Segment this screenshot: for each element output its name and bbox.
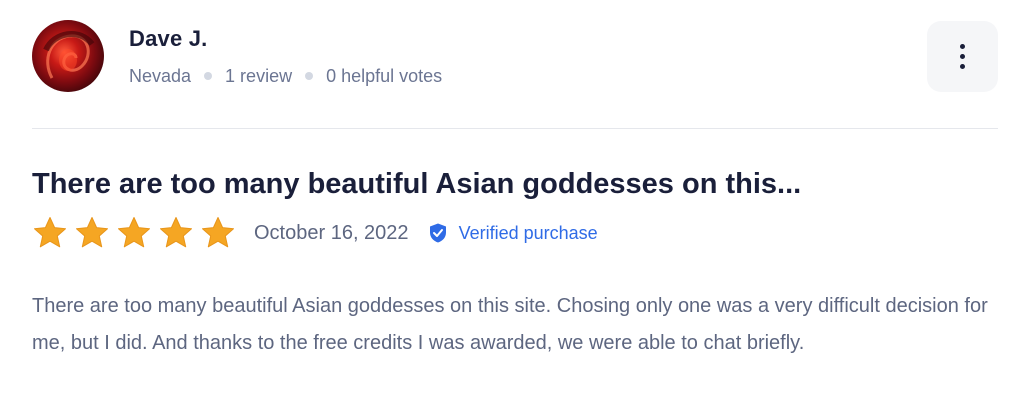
star-icon xyxy=(76,217,108,248)
star-icon xyxy=(34,217,66,248)
star-icon xyxy=(160,217,192,248)
star-rating xyxy=(32,215,242,251)
avatar[interactable] xyxy=(32,20,104,92)
shield-check-icon xyxy=(429,223,446,243)
review-date: October 16, 2022 xyxy=(254,221,409,244)
separator-dot xyxy=(204,72,213,80)
reviewer-review-count: 1 review xyxy=(225,65,293,86)
star-icon xyxy=(118,217,150,248)
verified-label: Verified purchase xyxy=(458,222,598,243)
divider xyxy=(32,128,998,129)
reviewer-header: Dave J. Nevada 1 review 0 helpful votes xyxy=(32,20,998,92)
reviewer-location: Nevada xyxy=(129,65,192,86)
review-body: There are too many beautiful Asian godde… xyxy=(32,295,988,354)
reviewer-name[interactable]: Dave J. xyxy=(129,26,207,52)
review-title: There are too many beautiful Asian godde… xyxy=(32,168,802,200)
reviewer-meta: Nevada 1 review 0 helpful votes xyxy=(129,65,442,87)
verified-badge: Verified purchase xyxy=(429,223,598,244)
rating-row: October 16, 2022 Verified purchase xyxy=(32,214,598,252)
star-icon xyxy=(202,217,234,248)
more-options-button[interactable] xyxy=(927,21,998,92)
vertical-ellipsis-icon xyxy=(960,44,965,49)
reviewer-helpful-votes: 0 helpful votes xyxy=(326,65,443,86)
separator-dot xyxy=(305,72,314,80)
